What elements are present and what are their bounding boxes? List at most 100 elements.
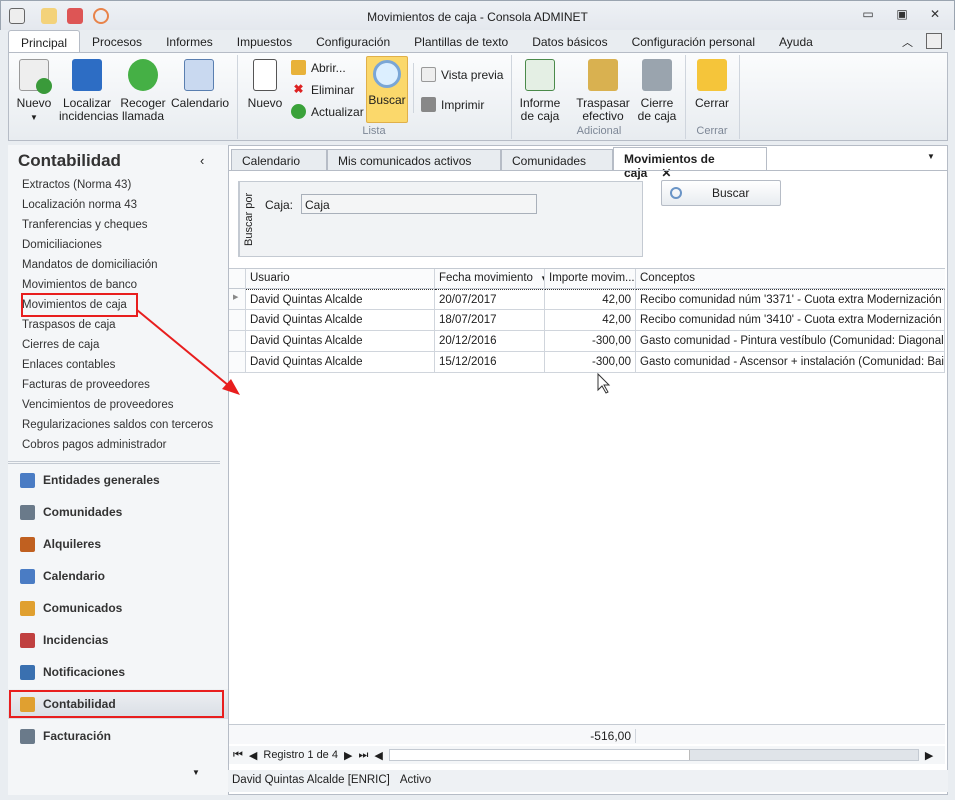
caja-input[interactable]: Caja <box>301 194 537 214</box>
sidebar-item[interactable]: Movimientos de banco <box>22 279 137 291</box>
recoger-llamada-button[interactable]: Recoger llamada <box>119 59 167 123</box>
grid-cell[interactable]: Recibo comunidad núm '3410' - Cuota extr… <box>636 310 945 331</box>
nav-button[interactable]: Entidades generales <box>8 465 228 495</box>
nav-button[interactable]: Facturación <box>8 721 228 751</box>
sidebar-item[interactable]: Traspasos de caja <box>22 319 116 331</box>
abrir-button[interactable]: Abrir... <box>291 60 346 75</box>
sidebar-item[interactable]: Enlaces contables <box>22 359 115 371</box>
buscar-button[interactable]: Buscar <box>661 180 781 206</box>
close-tab-icon[interactable]: ✕ <box>661 166 671 180</box>
grid-cell[interactable]: David Quintas Alcalde <box>246 289 435 310</box>
grid-cell[interactable]: Gasto comunidad - Ascensor + instalación… <box>636 352 945 373</box>
tab-datos-basicos[interactable]: Datos básicos <box>520 30 619 53</box>
grid-cell[interactable]: 15/12/2016 <box>435 352 545 373</box>
tab-impuestos[interactable]: Impuestos <box>225 30 304 53</box>
sidebar-item[interactable]: Regularizaciones saldos con terceros <box>22 419 213 431</box>
buscar-ribbon-button[interactable]: Buscar <box>366 56 408 123</box>
calendario-button[interactable]: Calendario <box>171 59 229 110</box>
app-menu-icon[interactable] <box>926 33 942 49</box>
tab-config-personal[interactable]: Configuración personal <box>620 30 767 53</box>
sidebar-item[interactable]: Domiciliaciones <box>22 239 102 251</box>
pane-splitter[interactable] <box>8 461 220 464</box>
sidebar-item[interactable]: Movimientos de caja <box>22 299 127 311</box>
sidebar-item[interactable]: Cierres de caja <box>22 339 99 351</box>
nav-button[interactable]: Calendario <box>8 561 228 591</box>
collapse-pane-icon[interactable]: ‹ <box>200 153 204 168</box>
scroll-right-icon[interactable]: ▶ <box>925 749 933 762</box>
imprimir-button[interactable]: Imprimir <box>421 97 484 112</box>
nav-label: Comunidades <box>43 505 123 519</box>
grid-cell[interactable]: -300,00 <box>545 352 636 373</box>
grid-cell[interactable]: David Quintas Alcalde <box>246 352 435 373</box>
grid-cell[interactable]: David Quintas Alcalde <box>246 331 435 352</box>
minimize-button[interactable]: ▭ <box>859 7 877 23</box>
nav-button[interactable]: Incidencias <box>8 625 228 655</box>
doc-tab-comunidades[interactable]: Comunidades <box>501 149 613 170</box>
grid-cell[interactable]: David Quintas Alcalde <box>246 310 435 331</box>
row-indicator[interactable] <box>229 331 246 352</box>
calendar-icon <box>184 59 214 91</box>
nav-button[interactable]: Comunicados <box>8 593 228 623</box>
nuevo-list-button[interactable]: Nuevo <box>245 59 285 110</box>
informe-caja-button[interactable]: Informe de caja <box>517 59 563 123</box>
grid-cell[interactable]: 42,00 <box>545 289 636 310</box>
cierre-caja-button[interactable]: Cierre de caja <box>635 59 679 123</box>
actualizar-button[interactable]: Actualizar <box>291 104 364 119</box>
more-nav-icon[interactable]: ▼ <box>192 768 200 777</box>
doc-tab-comunicados[interactable]: Mis comunicados activos <box>327 149 501 170</box>
status-state: Activo <box>399 774 432 786</box>
col-importe[interactable]: Importe movim... <box>545 269 636 289</box>
first-record-icon[interactable]: ⏮ <box>233 749 243 762</box>
next-record-icon[interactable]: ▶ <box>344 749 352 762</box>
row-indicator[interactable] <box>229 310 246 331</box>
nav-button[interactable]: Comunidades <box>8 497 228 527</box>
vista-previa-button[interactable]: Vista previa <box>421 67 503 82</box>
search-icon <box>670 187 682 199</box>
grid-cell[interactable]: Gasto comunidad - Pintura vestíbulo (Com… <box>636 331 945 352</box>
grid-cell[interactable]: 20/12/2016 <box>435 331 545 352</box>
localizar-incidencias-button[interactable]: Localizar incidencias <box>59 59 118 123</box>
doc-tab-movimientos[interactable]: Movimientos de caja ✕ <box>613 147 767 180</box>
grid-cell[interactable]: 18/07/2017 <box>435 310 545 331</box>
nuevo-button[interactable]: Nuevo ▼ <box>13 59 55 124</box>
last-record-icon[interactable]: ⏭ <box>358 749 368 762</box>
status-user: David Quintas Alcalde [ENRIC] <box>232 774 390 786</box>
horizontal-scrollbar[interactable] <box>388 749 919 761</box>
document-area: Calendario Mis comunicados activos Comun… <box>228 145 948 795</box>
sidebar-item[interactable]: Mandatos de domiciliación <box>22 259 158 271</box>
sidebar-item[interactable]: Facturas de proveedores <box>22 379 150 391</box>
collapse-ribbon-icon[interactable]: ︿ <box>902 34 913 50</box>
eliminar-button[interactable]: ✖ Eliminar <box>291 82 354 97</box>
sidebar-item[interactable]: Tranferencias y cheques <box>22 219 148 231</box>
traspasar-efectivo-button[interactable]: Traspasar efectivo <box>575 59 631 123</box>
nav-button[interactable]: Contabilidad <box>8 689 228 719</box>
tab-procesos[interactable]: Procesos <box>80 30 154 53</box>
col-fecha[interactable]: Fecha movimiento ▼ <box>435 269 545 289</box>
grid-cell[interactable]: -300,00 <box>545 331 636 352</box>
col-usuario[interactable]: Usuario <box>246 269 435 289</box>
row-indicator[interactable] <box>229 352 246 373</box>
sidebar-item[interactable]: Cobros pagos administrador <box>22 439 166 451</box>
sidebar-item[interactable]: Localización norma 43 <box>22 199 137 211</box>
grid-cell[interactable]: 42,00 <box>545 310 636 331</box>
doc-tab-calendario[interactable]: Calendario <box>231 149 327 170</box>
prev-record-icon[interactable]: ◀ <box>249 749 257 762</box>
row-indicator[interactable]: ▶ <box>229 289 246 310</box>
tab-informes[interactable]: Informes <box>154 30 225 53</box>
scroll-left-icon[interactable]: ◀ <box>374 749 382 762</box>
cerrar-button[interactable]: Cerrar <box>691 59 733 110</box>
sidebar-item[interactable]: Extractos (Norma 43) <box>22 179 131 191</box>
maximize-button[interactable]: ▣ <box>893 7 911 23</box>
nav-button[interactable]: Alquileres <box>8 529 228 559</box>
col-conceptos[interactable]: Conceptos <box>636 269 945 289</box>
grid-cell[interactable]: Recibo comunidad núm '3371' - Cuota extr… <box>636 289 945 310</box>
close-button[interactable]: ✕ <box>926 7 944 23</box>
tab-configuracion[interactable]: Configuración <box>304 30 402 53</box>
tab-list-icon[interactable]: ▼ <box>927 152 935 161</box>
nav-button[interactable]: Notificaciones <box>8 657 228 687</box>
grid-cell[interactable]: 20/07/2017 <box>435 289 545 310</box>
tab-principal[interactable]: Principal <box>8 30 81 53</box>
tab-plantillas[interactable]: Plantillas de texto <box>402 30 520 53</box>
sidebar-item[interactable]: Vencimientos de proveedores <box>22 399 174 411</box>
tab-ayuda[interactable]: Ayuda <box>767 30 825 53</box>
